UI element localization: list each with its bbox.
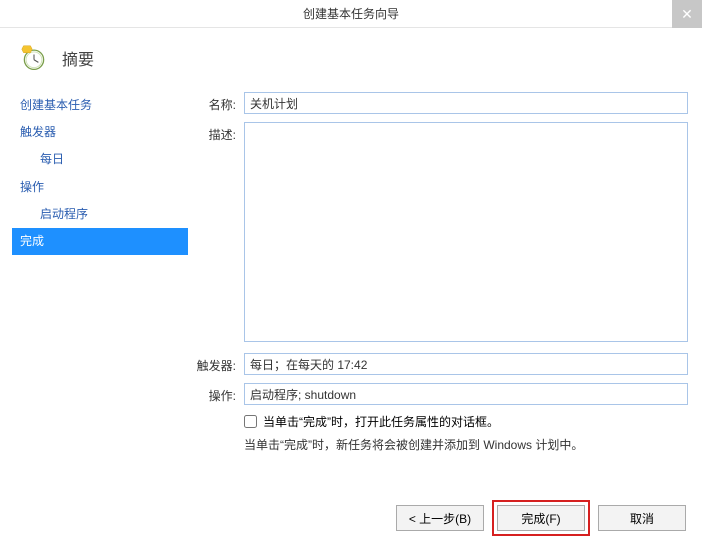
close-icon: ✕ xyxy=(681,6,693,23)
step-start-program[interactable]: 启动程序 xyxy=(12,201,188,228)
step-finish[interactable]: 完成 xyxy=(12,228,188,255)
cancel-button[interactable]: 取消 xyxy=(598,505,686,531)
step-create-basic-task[interactable]: 创建基本任务 xyxy=(12,92,188,119)
open-properties-checkbox[interactable] xyxy=(244,415,257,428)
action-field[interactable] xyxy=(244,383,688,405)
description-label: 描述: xyxy=(194,122,244,143)
name-field[interactable] xyxy=(244,92,688,114)
wizard-footer: < 上一步(B) 完成(F) 取消 xyxy=(396,500,686,536)
close-button[interactable]: ✕ xyxy=(672,0,702,28)
step-action[interactable]: 操作 xyxy=(12,174,188,201)
action-label: 操作: xyxy=(194,383,244,404)
name-label: 名称: xyxy=(194,92,244,113)
step-daily[interactable]: 每日 xyxy=(12,146,188,173)
finish-button[interactable]: 完成(F) xyxy=(497,505,585,531)
wizard-header: 摘要 xyxy=(0,28,702,92)
clock-task-icon xyxy=(20,44,48,72)
wizard-steps: 创建基本任务 触发器 每日 操作 启动程序 完成 xyxy=(12,92,188,455)
summary-form: 名称: 描述: 触发器: 操作: 当单击“完成”时，打开此任务属性的对话框。 当… xyxy=(188,92,702,455)
finish-highlight: 完成(F) xyxy=(492,500,590,536)
trigger-field[interactable] xyxy=(244,353,688,375)
step-trigger[interactable]: 触发器 xyxy=(12,119,188,146)
window-title: 创建基本任务向导 xyxy=(303,5,399,22)
description-field[interactable] xyxy=(244,122,688,342)
titlebar: 创建基本任务向导 ✕ xyxy=(0,0,702,28)
page-title: 摘要 xyxy=(62,46,94,70)
finish-hint: 当单击“完成”时，新任务将会被创建并添加到 Windows 计划中。 xyxy=(244,436,688,455)
open-properties-label: 当单击“完成”时，打开此任务属性的对话框。 xyxy=(263,413,499,430)
back-button[interactable]: < 上一步(B) xyxy=(396,505,484,531)
trigger-label: 触发器: xyxy=(194,353,244,374)
